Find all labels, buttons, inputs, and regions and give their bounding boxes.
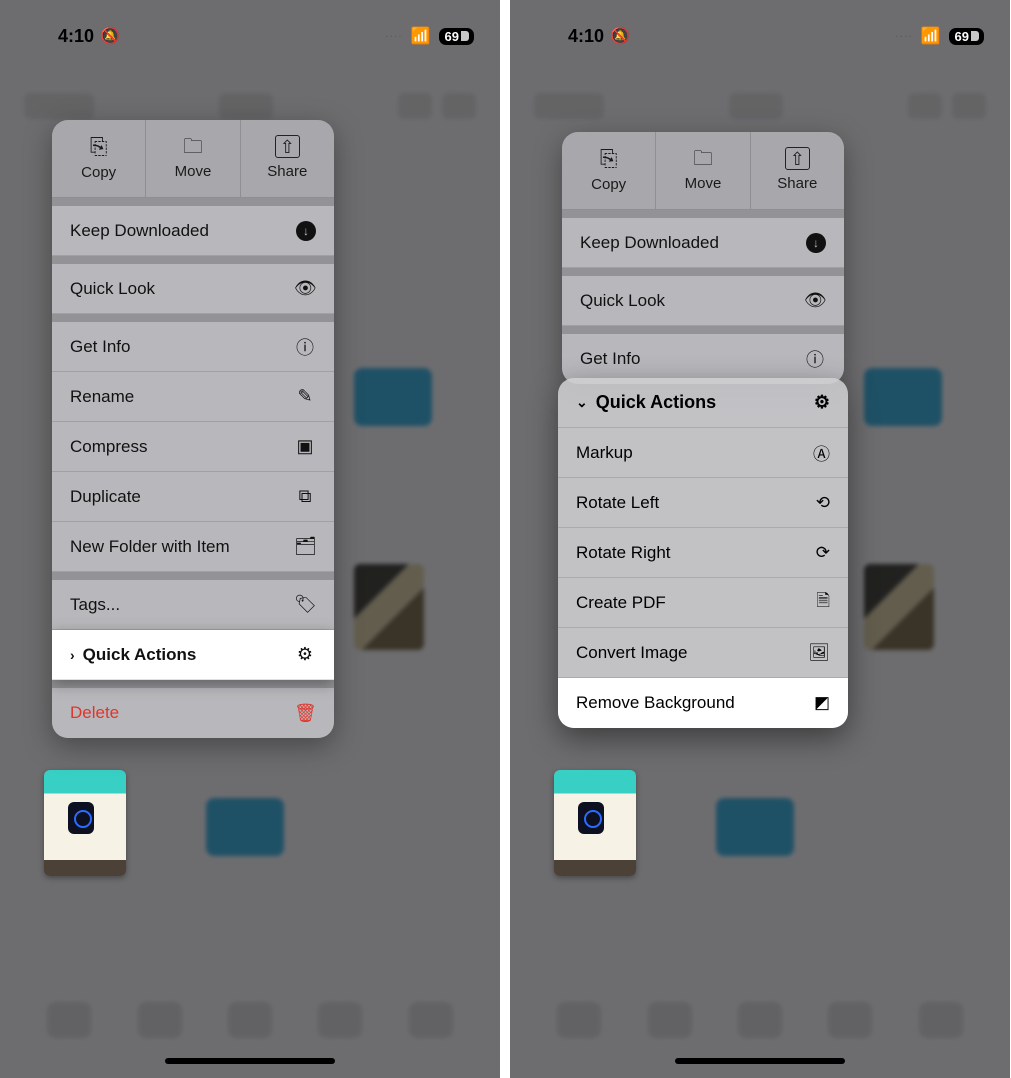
copy-button[interactable]: Copy bbox=[52, 120, 146, 197]
markup-icon bbox=[813, 440, 830, 465]
chevron-right-icon: › bbox=[70, 647, 75, 663]
share-label: Share bbox=[777, 175, 817, 192]
copy-label: Copy bbox=[591, 176, 626, 193]
info-icon bbox=[294, 334, 316, 360]
download-icon: ↓ bbox=[806, 233, 826, 253]
folder-icon bbox=[183, 137, 203, 157]
move-button[interactable]: Move bbox=[656, 132, 750, 209]
quick-look-item[interactable]: Quick Look bbox=[52, 264, 334, 314]
quick-look-item[interactable]: Quick Look bbox=[562, 276, 844, 326]
wifi-icon: 📶 bbox=[921, 26, 941, 46]
copy-label: Copy bbox=[81, 164, 116, 181]
context-menu-dimmed: Copy Move Share Keep Downloaded ↓ Quick … bbox=[562, 132, 844, 384]
trash-icon bbox=[294, 703, 316, 724]
copy-button[interactable]: Copy bbox=[562, 132, 656, 209]
remove-background-item[interactable]: Remove Background bbox=[558, 678, 848, 728]
tag-icon bbox=[294, 594, 316, 615]
silent-mode-icon: 🔕 bbox=[100, 26, 120, 46]
status-bar: 4:10 🔕 ···· 📶 69 bbox=[510, 24, 1010, 48]
keep-downloaded-item[interactable]: Keep Downloaded ↓ bbox=[52, 206, 334, 256]
pencil-icon bbox=[294, 386, 316, 407]
eye-icon bbox=[804, 290, 826, 311]
status-time: 4:10 bbox=[568, 26, 604, 47]
gear-icon bbox=[294, 644, 316, 665]
blurred-toolbar bbox=[24, 92, 476, 120]
info-icon bbox=[804, 346, 826, 372]
duplicate-icon bbox=[294, 486, 316, 507]
blurred-tab-bar bbox=[24, 994, 476, 1046]
copy-icon bbox=[600, 148, 618, 170]
share-icon bbox=[785, 149, 810, 169]
selected-file-thumbnail[interactable] bbox=[554, 770, 636, 876]
rotate-left-item[interactable]: Rotate Left bbox=[558, 478, 848, 528]
folder-icon bbox=[693, 149, 713, 169]
rotate-left-icon bbox=[816, 493, 830, 513]
convert-image-item[interactable]: Convert Image bbox=[558, 628, 848, 678]
status-bar: 4:10 🔕 ···· 📶 69 bbox=[0, 24, 500, 48]
bg-folder-icon bbox=[354, 368, 432, 426]
remove-bg-icon bbox=[814, 693, 830, 713]
cellular-dots-icon: ···· bbox=[385, 31, 402, 42]
left-screenshot: 4:10 🔕 ···· 📶 69 Copy Move Share bbox=[0, 0, 500, 1078]
home-indicator bbox=[675, 1058, 845, 1064]
bg-folder-icon bbox=[206, 798, 284, 856]
bg-photo-thumb bbox=[354, 564, 424, 650]
keep-downloaded-item[interactable]: Keep Downloaded ↓ bbox=[562, 218, 844, 268]
duplicate-item[interactable]: Duplicate bbox=[52, 472, 334, 522]
share-button[interactable]: Share bbox=[751, 132, 844, 209]
bg-folder-icon bbox=[864, 368, 942, 426]
new-folder-with-item[interactable]: New Folder with Item bbox=[52, 522, 334, 572]
download-icon: ↓ bbox=[296, 221, 316, 241]
quick-actions-header[interactable]: ⌄ Quick Actions bbox=[558, 378, 848, 428]
move-label: Move bbox=[685, 175, 722, 192]
blurred-toolbar bbox=[534, 92, 986, 120]
create-pdf-item[interactable]: Create PDF bbox=[558, 578, 848, 628]
tags-item[interactable]: Tags... bbox=[52, 580, 334, 630]
share-icon bbox=[275, 137, 300, 157]
move-button[interactable]: Move bbox=[146, 120, 240, 197]
archive-icon bbox=[294, 436, 316, 457]
get-info-item[interactable]: Get Info bbox=[52, 322, 334, 372]
gear-icon bbox=[814, 392, 830, 413]
blurred-tab-bar bbox=[534, 994, 986, 1046]
silent-mode-icon: 🔕 bbox=[610, 26, 630, 46]
move-label: Move bbox=[175, 163, 212, 180]
markup-item[interactable]: Markup bbox=[558, 428, 848, 478]
right-screenshot: 4:10 🔕 ···· 📶 69 Copy Move Share bbox=[510, 0, 1010, 1078]
bg-photo-thumb bbox=[864, 564, 934, 650]
folder-plus-icon bbox=[294, 536, 316, 557]
cellular-dots-icon: ···· bbox=[895, 31, 912, 42]
battery-indicator: 69 bbox=[949, 28, 984, 45]
status-time: 4:10 bbox=[58, 26, 94, 47]
chevron-down-icon: ⌄ bbox=[576, 394, 588, 411]
selected-file-thumbnail[interactable] bbox=[44, 770, 126, 876]
context-menu: Copy Move Share Keep Downloaded ↓ Quick … bbox=[52, 120, 334, 738]
home-indicator bbox=[165, 1058, 335, 1064]
wifi-icon: 📶 bbox=[411, 26, 431, 46]
quick-actions-submenu: ⌄ Quick Actions Markup Rotate Left Rotat… bbox=[558, 378, 848, 728]
pdf-icon bbox=[816, 588, 830, 617]
delete-item[interactable]: Delete bbox=[52, 688, 334, 738]
eye-icon bbox=[294, 278, 316, 299]
copy-icon bbox=[90, 136, 108, 158]
rename-item[interactable]: Rename bbox=[52, 372, 334, 422]
compress-item[interactable]: Compress bbox=[52, 422, 334, 472]
get-info-item[interactable]: Get Info bbox=[562, 334, 844, 384]
quick-actions-item[interactable]: › Quick Actions bbox=[52, 630, 334, 680]
image-icon bbox=[808, 643, 830, 663]
battery-indicator: 69 bbox=[439, 28, 474, 45]
rotate-right-item[interactable]: Rotate Right bbox=[558, 528, 848, 578]
bg-folder-icon bbox=[716, 798, 794, 856]
rotate-right-icon bbox=[816, 543, 830, 563]
share-button[interactable]: Share bbox=[241, 120, 334, 197]
share-label: Share bbox=[267, 163, 307, 180]
